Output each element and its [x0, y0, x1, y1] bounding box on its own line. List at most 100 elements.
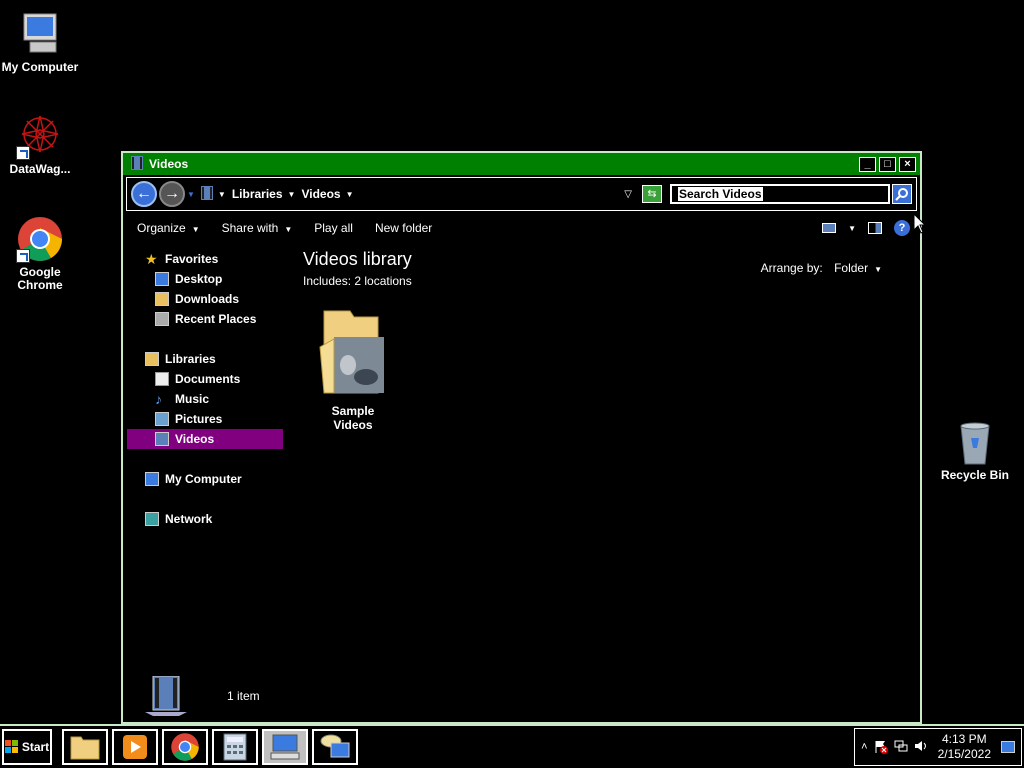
command-bar: Organize ▼ Share with ▼ Play all New folde… [123, 213, 920, 243]
history-dropdown-icon[interactable]: ▼ [187, 190, 195, 199]
pictures-icon [155, 412, 169, 426]
clock[interactable]: 4:13 PM 2/15/2022 [938, 732, 991, 762]
desktop-icon-label: DataWag... [9, 162, 71, 176]
organize-label: Organize [137, 221, 186, 235]
maximize-button[interactable]: □ [879, 156, 896, 172]
desktop-icon-my-computer[interactable]: My Computer [0, 10, 80, 74]
search-button[interactable] [892, 184, 912, 204]
video-folder-icon [131, 155, 143, 173]
breadcrumb-videos[interactable]: Videos [301, 187, 340, 201]
share-with-button[interactable]: Share with ▼ [222, 221, 293, 235]
share-with-label: Share with [221, 221, 279, 235]
video-library-large-icon [145, 676, 187, 716]
video-library-icon [200, 185, 213, 203]
nav-pictures[interactable]: Pictures [127, 409, 283, 429]
action-center-flag-icon[interactable] [874, 740, 888, 754]
address-history-icon[interactable]: ▽ [624, 189, 632, 200]
desktop-icon-datawag[interactable]: DataWag... [0, 112, 80, 176]
desktop-icon-label: Google Chrome [17, 265, 63, 292]
taskbar-remote-assistance[interactable] [312, 729, 358, 765]
nav-documents[interactable]: Documents [127, 369, 283, 389]
nav-network[interactable]: Network [127, 509, 283, 529]
shortcut-arrow-icon [16, 146, 30, 160]
organize-button[interactable]: Organize ▼ [137, 221, 200, 235]
nav-pictures-label: Pictures [175, 412, 223, 426]
nav-music[interactable]: ♪ Music [127, 389, 283, 409]
taskbar-media-player[interactable] [112, 729, 158, 765]
chevron-down-icon: ▼ [284, 225, 293, 234]
view-dropdown-icon[interactable]: ▼ [848, 224, 856, 233]
nav-desktop-label: Desktop [175, 272, 223, 286]
forward-button[interactable]: → [159, 181, 185, 207]
clock-time: 4:13 PM [941, 732, 987, 746]
arrange-by-dropdown[interactable]: Folder ▼ [834, 261, 882, 275]
desktop-icon-label: Recycle Bin [940, 468, 1010, 482]
nav-downloads[interactable]: Downloads [127, 289, 283, 309]
content-pane: Videos library Includes: 2 locations Arr… [303, 249, 920, 432]
videos-icon [155, 432, 169, 446]
taskbar-explorer[interactable] [62, 729, 108, 765]
new-folder-button[interactable]: New folder [375, 221, 432, 235]
explorer-window: Videos _ □ × ← → ▼ ▼ Libraries ▼ Videos … [121, 151, 922, 724]
downloads-icon [155, 292, 169, 306]
minimize-button[interactable]: _ [859, 156, 876, 172]
shortcut-arrow-icon [16, 249, 30, 263]
nav-recent-places-label: Recent Places [175, 312, 257, 326]
arrange-by: Arrange by: Folder ▼ [761, 261, 882, 275]
show-desktop-icon[interactable] [1001, 741, 1015, 753]
breadcrumb-chevron-icon[interactable]: ▼ [288, 190, 296, 199]
chevron-down-icon: ▼ [874, 265, 882, 274]
breadcrumb-chevron-icon[interactable]: ▼ [346, 190, 354, 199]
taskbar-chrome[interactable] [162, 729, 208, 765]
nav-my-computer[interactable]: My Computer [127, 469, 283, 489]
navigation-pane: ★ Favorites Desktop Downloads Recent Pla… [127, 249, 283, 529]
nav-downloads-label: Downloads [175, 292, 240, 306]
preview-pane-icon[interactable] [868, 222, 882, 234]
taskbar-on-screen-keyboard[interactable] [262, 729, 308, 765]
desktop-icon-google-chrome[interactable]: Google Chrome [0, 215, 80, 292]
breadcrumb-chevron-icon[interactable]: ▼ [218, 190, 226, 199]
view-options-icon[interactable] [822, 223, 837, 233]
desktop-icon-recycle-bin[interactable]: Recycle Bin [935, 418, 1015, 482]
taskbar-calculator[interactable] [212, 729, 258, 765]
nav-videos[interactable]: Videos [127, 429, 283, 449]
nav-videos-label: Videos [175, 432, 215, 446]
nav-desktop[interactable]: Desktop [127, 269, 283, 289]
documents-icon [155, 372, 169, 386]
computer-icon [145, 472, 159, 486]
nav-documents-label: Documents [175, 372, 241, 386]
chrome-icon [171, 733, 199, 761]
windows-logo-icon [4, 740, 18, 753]
nav-libraries[interactable]: Libraries [127, 349, 283, 369]
nav-network-label: Network [165, 512, 213, 526]
breadcrumb-libraries[interactable]: Libraries [232, 187, 283, 201]
start-button[interactable]: Start [2, 729, 52, 765]
folder-sample-videos[interactable]: Sample Videos [311, 307, 395, 432]
play-all-button[interactable]: Play all [314, 221, 353, 235]
music-icon: ♪ [155, 391, 162, 407]
folder-icon [70, 736, 100, 760]
refresh-icon[interactable]: ⇆ [642, 185, 662, 203]
nav-favorites[interactable]: ★ Favorites [127, 249, 283, 269]
my-computer-icon [16, 10, 64, 58]
details-pane: 1 item [143, 676, 260, 716]
datawag-icon [16, 112, 64, 160]
show-hidden-icons-icon[interactable]: ˄ [861, 741, 867, 753]
title-bar[interactable]: Videos _ □ × [123, 153, 920, 175]
search-icon [895, 188, 908, 201]
back-button[interactable]: ← [131, 181, 157, 207]
folder-label: Sample Videos [331, 404, 375, 432]
search-input[interactable]: Search Videos [670, 184, 890, 204]
mouse-cursor-icon [914, 214, 926, 234]
nav-recent-places[interactable]: Recent Places [127, 309, 283, 329]
back-arrow-icon: ← [136, 185, 152, 202]
start-label: Start [21, 740, 50, 754]
item-count: 1 item [227, 689, 260, 703]
library-locations[interactable]: Includes: 2 locations [303, 274, 920, 288]
volume-icon[interactable] [914, 739, 928, 756]
close-button[interactable]: × [899, 156, 916, 172]
recent-places-icon [155, 312, 169, 326]
help-button[interactable]: ? [894, 220, 910, 236]
network-icon [145, 512, 159, 526]
network-status-icon[interactable] [894, 739, 908, 756]
